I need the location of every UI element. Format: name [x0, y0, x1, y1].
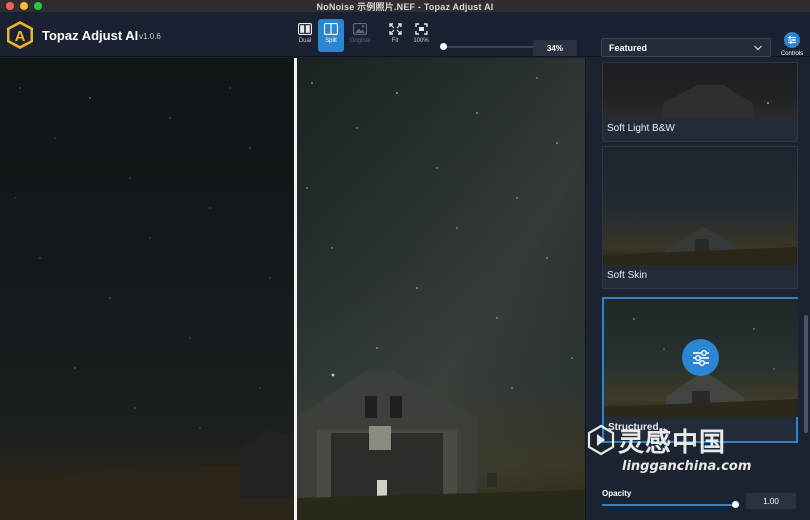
preset-thumbnail — [604, 299, 798, 417]
preset-thumbnail — [603, 147, 797, 265]
processed-image-pane — [297, 58, 585, 520]
opacity-slider-handle[interactable] — [732, 501, 739, 508]
zoom-window-button[interactable] — [34, 2, 42, 10]
dual-view-label: Dual — [298, 38, 312, 44]
actual-size-icon — [414, 23, 428, 35]
presets-scrollbar[interactable] — [804, 315, 808, 433]
topaz-logo-icon: A — [7, 21, 33, 49]
preset-name: Structured — [608, 422, 659, 433]
window-controls — [6, 2, 42, 10]
preset-card-soft-skin[interactable]: Soft Skin — [602, 146, 798, 289]
split-view-label: Split — [325, 38, 337, 44]
split-view-icon — [324, 23, 338, 35]
night-sky-photo-processed — [297, 58, 585, 520]
minimize-window-button[interactable] — [20, 2, 28, 10]
presets-list[interactable]: Soft Light B&W Soft Skin Structured — [586, 58, 810, 475]
image-viewer[interactable] — [0, 58, 585, 520]
window-titlebar: NoNoise 示例照片.NEF - Topaz Adjust AI — [0, 0, 810, 12]
zoom-value-field[interactable]: 34% — [533, 40, 577, 56]
opacity-panel: Opacity 1.00 — [586, 478, 810, 520]
chevron-down-icon — [754, 45, 762, 51]
zoom-slider[interactable] — [440, 43, 535, 50]
app-version: v1.0.6 — [139, 32, 161, 41]
fit-icon — [388, 23, 402, 35]
top-toolbar: A Topaz Adjust AI v1.0.6 Dual Split Orig… — [0, 12, 810, 57]
opacity-slider[interactable] — [602, 501, 739, 508]
window-title: NoNoise 示例照片.NEF - Topaz Adjust AI — [316, 1, 494, 12]
preset-name: Soft Light B&W — [607, 123, 675, 134]
preset-card-soft-light-bw[interactable]: Soft Light B&W — [602, 62, 798, 142]
presets-sidebar: Soft Light B&W Soft Skin Structured Opac… — [585, 58, 810, 520]
zoom-slider-handle[interactable] — [440, 43, 447, 50]
preset-filter-dropdown[interactable]: Featured — [601, 38, 771, 57]
preset-thumbnail — [603, 63, 797, 117]
sliders-icon — [784, 32, 800, 48]
logo-letter: A — [15, 28, 26, 45]
actual-size-label: 100% — [413, 38, 429, 44]
fit-label: Fit — [391, 38, 399, 44]
original-view-label: Original — [349, 38, 371, 44]
close-window-button[interactable] — [6, 2, 14, 10]
controls-label: Controls — [780, 51, 804, 57]
preset-name: Soft Skin — [607, 270, 648, 281]
opacity-value-field[interactable]: 1.00 — [746, 493, 796, 509]
original-image-pane — [0, 58, 294, 520]
opacity-label: Opacity — [602, 489, 632, 498]
preset-card-structured[interactable]: Structured — [602, 297, 798, 443]
original-image-icon — [353, 23, 367, 35]
app-name: Topaz Adjust AI — [42, 28, 139, 43]
preset-filter-value: Featured — [609, 42, 648, 53]
split-view-button[interactable]: Split — [318, 19, 344, 52]
fit-button[interactable]: Fit — [382, 19, 408, 52]
actual-size-button[interactable]: 100% — [408, 19, 434, 52]
dual-view-icon — [298, 23, 312, 35]
night-sky-photo-original — [0, 87, 294, 520]
dual-view-button[interactable]: Dual — [292, 19, 318, 52]
adjust-preset-icon[interactable] — [682, 339, 719, 376]
original-view-button[interactable]: Original — [347, 19, 373, 52]
